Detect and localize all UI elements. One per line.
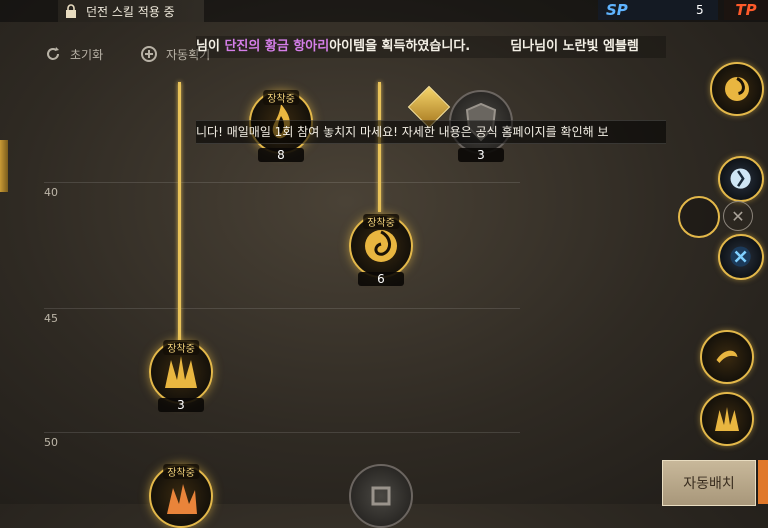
dungeon-skill-badge: 던전 스킬 적용 중 <box>58 0 204 22</box>
dash-icon <box>716 350 738 363</box>
sp-counter: SP 5 <box>598 0 718 20</box>
rune-skill-icon <box>371 486 391 506</box>
level-marker: 40 <box>44 186 58 199</box>
equipped-tag: 장착중 <box>263 90 299 105</box>
plus-circle-icon <box>141 46 157 62</box>
quickslot-sparkle[interactable] <box>718 234 764 280</box>
skill-node[interactable]: 장착중 3 <box>149 340 213 412</box>
quickslot-empty[interactable] <box>678 196 720 238</box>
lock-icon <box>66 4 76 18</box>
skill-level: 3 <box>158 398 204 412</box>
auto-place-label: 자동배치 <box>683 476 735 492</box>
equipped-tag: 장착중 <box>163 340 199 355</box>
level-divider <box>44 182 520 183</box>
ticker-prefix: 님이 <box>196 39 225 54</box>
close-icon[interactable]: ✕ <box>723 201 753 231</box>
quickslot-vortex[interactable] <box>710 62 764 116</box>
tp-label: TP <box>735 1 757 19</box>
ticker-next: 딤나님이 노란빛 엠블렘 <box>510 39 639 54</box>
quickslot-dash[interactable] <box>700 330 754 384</box>
tp-counter: TP <box>724 0 768 20</box>
quickslot-spikes[interactable] <box>700 392 754 446</box>
auto-place-button[interactable]: 자동배치 <box>662 460 756 506</box>
level-marker: 45 <box>44 312 58 325</box>
skill-level: 8 <box>258 148 304 162</box>
skill-level: 6 <box>358 272 404 286</box>
side-tab[interactable] <box>0 140 8 192</box>
skill-level: 3 <box>458 148 504 162</box>
reset-button[interactable]: 초기화 <box>44 45 103 63</box>
level-marker: 50 <box>44 436 58 449</box>
vortex-icon <box>725 77 749 101</box>
refresh-icon <box>47 47 59 60</box>
skill-node[interactable]: 장착중 <box>149 464 213 528</box>
level-divider <box>44 432 520 433</box>
quickslot-runner[interactable] <box>718 156 764 202</box>
skill-node-locked[interactable] <box>349 464 413 528</box>
reset-label: 초기화 <box>70 47 104 62</box>
level-divider <box>44 308 520 309</box>
spikes-skill-icon <box>165 356 197 388</box>
notice-banner: 니다! 매일매일 1회 참여 놓치지 마세요! 자세한 내용은 공식 홈페이지를… <box>196 120 666 144</box>
fire-skill-icon <box>167 484 197 514</box>
runner-icon <box>730 168 752 190</box>
sparkle-icon <box>730 246 752 268</box>
equipped-tag: 장착중 <box>363 214 399 229</box>
skill-connector-line <box>378 82 381 212</box>
ticker-suffix: 아이템을 획득하였습니다. <box>329 39 471 54</box>
side-accent-strip <box>758 460 768 504</box>
sp-label: SP <box>606 1 628 19</box>
dungeon-status-text: 던전 스킬 적용 중 <box>86 4 175 19</box>
skill-node[interactable]: 장착중 6 <box>349 214 413 286</box>
skill-connector-line <box>178 82 181 344</box>
vortex-skill-icon <box>365 230 397 262</box>
ticker-item-name: 단진의 황금 항아리 <box>224 39 330 54</box>
sp-value: 5 <box>696 3 704 17</box>
system-ticker: 님이 단진의 황금 항아리아이템을 획득하였습니다. 딤나님이 노란빛 엠블렘 <box>196 36 666 58</box>
equipped-tag: 장착중 <box>163 464 199 479</box>
notice-text: 니다! 매일매일 1회 참여 놓치지 마세요! 자세한 내용은 공식 홈페이지를… <box>196 125 609 139</box>
spikes-icon <box>715 407 739 431</box>
